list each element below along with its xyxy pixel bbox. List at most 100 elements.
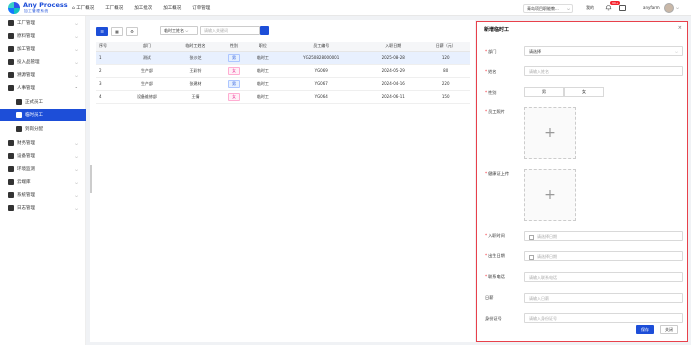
top-bar: Any Process 加工管理系统 ⌂ 工厂概况 工厂概况 加工批次 加工概况… [0, 0, 691, 16]
gender-label: 性别 [488, 90, 497, 95]
mail-icon[interactable] [619, 5, 626, 11]
table-row[interactable]: 2 生产部 王彩铃 女 临时工 YG069 2024-05-29 80 [96, 64, 470, 78]
username[interactable]: anyfarm [643, 5, 660, 10]
sidebar-item-regular-staff[interactable]: 正式员工 [0, 96, 86, 108]
user-icon [16, 112, 22, 118]
col-header[interactable]: 员工编号 [277, 42, 365, 52]
table-row[interactable]: 4 设备维修部 王倩 女 临时工 YG064 2024-06-11 150 [96, 90, 470, 104]
panel-title: 新增临时工 [484, 27, 510, 33]
gender-tag: 女 [228, 92, 240, 101]
sidebar-item-logs[interactable]: 日志管理 ⌵ [0, 202, 86, 214]
id-input[interactable]: 请输入身份证号 [524, 313, 683, 323]
save-button[interactable]: 保存 [636, 325, 654, 334]
my-label[interactable]: 我的 [586, 5, 594, 11]
phone-label: 联系电话 [488, 274, 505, 279]
col-header[interactable]: 序号 [96, 42, 123, 52]
topnav-item[interactable]: 加工概况 [163, 5, 181, 11]
gender-tag: 男 [228, 79, 240, 88]
gender-radio-group: 男 女 [524, 87, 604, 97]
project-select[interactable]: 青岛项目职能教... ⌵ [523, 4, 573, 13]
resize-handle[interactable] [90, 165, 92, 193]
topnav-item[interactable]: 加工批次 [134, 5, 152, 11]
search-input[interactable]: 请输入关键词 [200, 26, 260, 35]
sidebar-item-system[interactable]: 系统管理 ⌵ [0, 189, 86, 201]
name-input[interactable]: 请输入姓名 [524, 66, 683, 76]
settings-icon [8, 192, 14, 198]
team-icon [16, 126, 22, 132]
environment-icon [8, 166, 14, 172]
tools-icon [8, 33, 14, 39]
dept-select[interactable]: 请选择 ⌵ [524, 46, 683, 56]
cloud-icon [8, 179, 14, 185]
sidebar-item-inputs[interactable]: 投入品管理 ⌵ [0, 56, 86, 68]
log-icon [8, 205, 14, 211]
col-header[interactable]: 部门 [122, 42, 172, 52]
close-button[interactable]: 关闭 [660, 325, 678, 334]
employee-field-select[interactable]: 临时工姓名 ⌵ [160, 26, 198, 35]
finance-icon [8, 140, 14, 146]
sidebar-item-cloud[interactable]: 云端库 ⌵ [0, 176, 86, 188]
chevron-down-icon: ⌵ [566, 6, 570, 11]
join-date-picker[interactable]: 请选择日期 [524, 231, 683, 241]
topnav-home[interactable]: ⌂ 工厂概况 [72, 5, 94, 11]
id-label: 身份证号 [485, 316, 502, 321]
topnav-item[interactable]: 订单管理 [192, 5, 210, 11]
settings-button[interactable]: ⚙ [126, 26, 138, 36]
sidebar-item-factory[interactable]: 工厂管理 ⌵ [0, 17, 86, 29]
monitor-icon [8, 153, 14, 159]
logo-mark-icon [8, 2, 20, 14]
grid-icon [8, 20, 14, 26]
col-header[interactable]: 职位 [248, 42, 278, 52]
gender-tag: 女 [228, 66, 240, 75]
close-icon[interactable]: × [678, 25, 682, 31]
sidebar-item-hr[interactable]: 人事管理 ⌃ [0, 82, 86, 94]
phone-input[interactable]: 请输入联系电话 [524, 272, 683, 282]
gender-tag: 男 [228, 53, 240, 62]
sidebar-item-processing[interactable]: 加工管理 ⌵ [0, 43, 86, 55]
box-icon [8, 59, 14, 65]
chevron-down-icon[interactable]: ⌵ [676, 5, 679, 10]
calendar-icon [529, 254, 534, 260]
wage-input[interactable]: 请输入日薪 [524, 293, 683, 303]
top-nav: ⌂ 工厂概况 工厂概况 加工批次 加工概况 订单管理 [72, 5, 210, 11]
col-header[interactable]: 入职日期 [365, 42, 422, 52]
sidebar-item-finance[interactable]: 财务管理 ⌵ [0, 137, 86, 149]
avatar[interactable] [664, 3, 674, 13]
health-cert-upload[interactable]: + [524, 169, 576, 221]
sidebar-item-assignment[interactable]: 到岗分配 [0, 123, 86, 135]
photo-upload[interactable]: + [524, 107, 576, 159]
sidebar-item-equipment[interactable]: 设备管理 ⌵ [0, 150, 86, 162]
photo-label: 员工照片 [488, 109, 505, 114]
cert-label: 健康证上传 [488, 171, 510, 176]
join-date-label: 入职时间 [488, 233, 505, 238]
sidebar-item-trace[interactable]: 溯源管理 ⌵ [0, 69, 86, 81]
name-label: 姓名 [488, 69, 497, 74]
plus-icon: + [544, 125, 556, 141]
search-button[interactable] [260, 26, 269, 35]
col-header[interactable]: 临时工姓名 [171, 42, 220, 52]
grid-view-button[interactable]: ▦ [111, 26, 123, 36]
view-toolbar: ☰ ▦ ⚙ [96, 26, 138, 36]
plus-icon: + [544, 187, 556, 203]
brand-logo[interactable]: Any Process 加工管理系统 [8, 1, 68, 14]
sidebar-item-material[interactable]: 原料管理 ⌵ [0, 30, 86, 42]
col-header[interactable]: 日薪（元） [421, 42, 470, 52]
bell-icon[interactable] [605, 4, 612, 11]
table-row[interactable]: 1 测试 张沙芝 男 临时工 YG250828000001 2025-08-28 120 [96, 51, 470, 65]
topnav-item[interactable]: 工厂概况 [105, 5, 123, 11]
users-icon [8, 85, 14, 91]
table-row[interactable]: 3 生产部 张建材 男 临时工 YG067 2024-04-16 220 [96, 77, 470, 91]
col-header[interactable]: 性别 [219, 42, 249, 52]
add-temp-worker-panel: 新增临时工 × *部门 请选择 ⌵ *姓名 请输入姓名 *性别 男 女 *员工照片… [476, 21, 688, 342]
main-content: ☰ ▦ ⚙ 临时工姓名 ⌵ 请输入关键词 序号 部门 临时工姓名 性别 职位 员… [90, 20, 475, 342]
calendar-icon [529, 234, 534, 240]
birth-date-label: 出生日期 [488, 253, 505, 258]
gender-male-button[interactable]: 男 [524, 87, 564, 97]
gender-female-button[interactable]: 女 [564, 87, 604, 97]
birth-date-picker[interactable]: 请选择日期 [524, 251, 683, 261]
sidebar-item-environment[interactable]: 环境监测 ⌵ [0, 163, 86, 175]
list-view-button[interactable]: ☰ [96, 26, 108, 36]
sidebar-item-temp-staff[interactable]: 临时员工 [0, 109, 86, 121]
panel-footer: 保存 关闭 [636, 325, 678, 334]
chevron-down-icon: ⌵ [674, 49, 678, 54]
